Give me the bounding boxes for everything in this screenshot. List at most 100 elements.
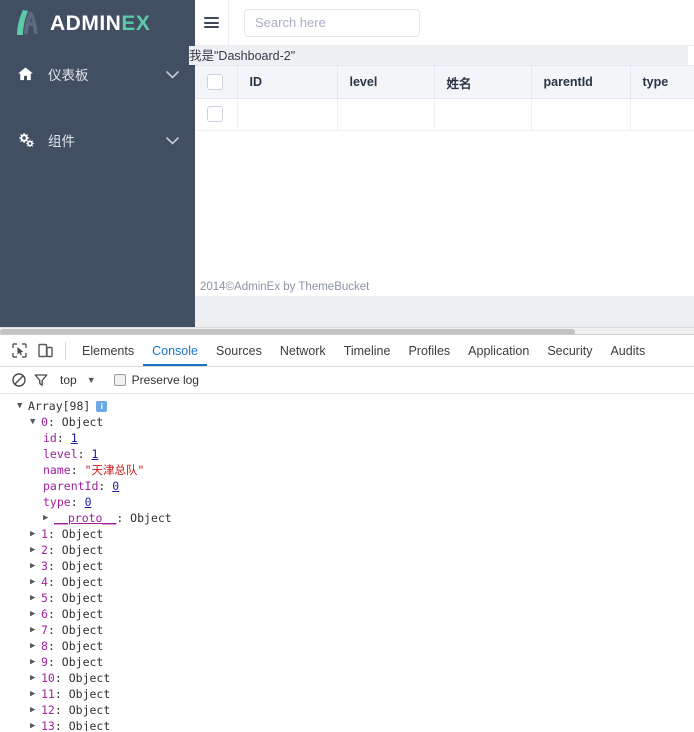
disclosure-triangle-closed-icon[interactable] — [30, 526, 41, 542]
disclosure-triangle-closed-icon[interactable] — [30, 622, 41, 638]
row-checkbox[interactable] — [207, 106, 224, 123]
tab-sources[interactable]: Sources — [207, 335, 271, 366]
console-collapsed-entry[interactable]: 12: Object — [4, 702, 694, 718]
entry-index: 8 — [41, 639, 48, 653]
tab-security[interactable]: Security — [538, 335, 601, 366]
console-object-entry[interactable]: 0: Object — [4, 414, 694, 430]
console-collapsed-entry[interactable]: 4: Object — [4, 574, 694, 590]
row-select-cell — [195, 98, 238, 131]
brand-logo-text: ADMINEX — [50, 13, 150, 34]
tab-elements[interactable]: Elements — [73, 335, 143, 366]
property-value: "天津总队" — [84, 463, 145, 477]
disclosure-triangle-closed-icon[interactable] — [30, 670, 41, 686]
disclosure-triangle-closed-icon[interactable] — [30, 574, 41, 590]
topbar — [195, 0, 694, 46]
preserve-log-checkbox[interactable] — [113, 374, 126, 386]
disclosure-triangle-closed-icon[interactable] — [30, 542, 41, 558]
clear-console-icon[interactable] — [8, 369, 30, 391]
disclosure-triangle-open-icon[interactable] — [17, 398, 28, 414]
console-collapsed-entry[interactable]: 6: Object — [4, 606, 694, 622]
console-array-label: Array[98] — [28, 399, 91, 413]
select-all-checkbox[interactable] — [207, 74, 224, 90]
column-header-parentid[interactable]: parentId — [531, 65, 631, 99]
console-collapsed-entry[interactable]: 3: Object — [4, 558, 694, 574]
entry-separator: : — [54, 719, 69, 731]
disclosure-triangle-closed-icon[interactable] — [30, 654, 41, 670]
console-collapsed-entry[interactable]: 7: Object — [4, 622, 694, 638]
search-input[interactable] — [244, 8, 420, 37]
entry-separator: : — [47, 415, 62, 429]
column-header-name[interactable]: 姓名 — [434, 65, 532, 99]
preserve-log-label[interactable]: Preserve log — [132, 373, 199, 387]
console-output: Array[98] i 0: Object id: 1 level: 1 nam… — [0, 394, 694, 731]
property-value[interactable]: 1 — [91, 446, 98, 462]
disclosure-triangle-closed-icon[interactable] — [43, 510, 54, 526]
console-collapsed-entry[interactable]: 8: Object — [4, 638, 694, 654]
column-header-level[interactable]: level — [337, 65, 435, 99]
property-key: id — [43, 431, 57, 445]
tab-profiles[interactable]: Profiles — [399, 335, 459, 366]
console-collapsed-entry[interactable]: 1: Object — [4, 526, 694, 542]
console-collapsed-entry[interactable]: 5: Object — [4, 590, 694, 606]
disclosure-triangle-closed-icon[interactable] — [30, 638, 41, 654]
cell-type — [630, 98, 694, 131]
console-collapsed-entry[interactable]: 13: Object — [4, 718, 694, 731]
disclosure-triangle-closed-icon[interactable] — [30, 686, 41, 702]
screen: ADMINEX 仪表板 组件 Search here 我是"Dashboard-… — [0, 0, 694, 732]
brand-logo[interactable]: ADMINEX — [0, 0, 195, 46]
tab-console[interactable]: Console — [143, 335, 207, 366]
sidebar-item-dashboard[interactable]: 仪表板 — [0, 60, 195, 88]
property-value[interactable]: 0 — [85, 494, 92, 510]
inspect-element-icon[interactable] — [6, 338, 32, 364]
property-value[interactable]: 0 — [112, 478, 119, 494]
entry-index: 5 — [41, 591, 48, 605]
sidebar-nav: 仪表板 组件 — [0, 60, 195, 154]
tab-timeline[interactable]: Timeline — [335, 335, 400, 366]
filter-icon[interactable] — [30, 369, 52, 391]
entry-separator: : — [47, 655, 62, 669]
devtools-tabbar: Elements Console Sources Network Timelin… — [0, 335, 694, 367]
console-collapsed-entry[interactable]: 9: Object — [4, 654, 694, 670]
entry-index: 6 — [41, 607, 48, 621]
entry-type: Object — [61, 543, 104, 557]
column-header-id[interactable]: ID — [237, 65, 338, 99]
entry-index: 13 — [41, 719, 55, 731]
entry-type: Object — [61, 527, 104, 541]
console-collapsed-entry[interactable]: 11: Object — [4, 686, 694, 702]
disclosure-triangle-closed-icon[interactable] — [30, 590, 41, 606]
console-property-id: id: 1 — [4, 430, 694, 446]
console-property-proto[interactable]: __proto__: Object — [4, 510, 694, 526]
table-row[interactable] — [195, 98, 694, 131]
console-property-type: type: 0 — [4, 494, 694, 510]
console-collapsed-entry[interactable]: 2: Object — [4, 542, 694, 558]
property-separator: : — [70, 463, 85, 477]
proto-value: Object — [130, 511, 172, 525]
device-toolbar-icon[interactable] — [32, 338, 58, 364]
info-icon[interactable]: i — [96, 400, 108, 412]
column-header-type[interactable]: type — [630, 65, 694, 99]
console-array-root[interactable]: Array[98] i — [4, 398, 694, 414]
page-footer: 2014©AdminEx by ThemeBucket — [200, 281, 370, 293]
disclosure-triangle-closed-icon[interactable] — [30, 718, 41, 731]
home-icon — [18, 67, 38, 81]
property-value[interactable]: 1 — [71, 430, 78, 446]
entry-type: Object — [61, 575, 104, 589]
page-horizontal-scrollbar[interactable] — [0, 327, 694, 334]
console-context-selector[interactable]: top — [60, 373, 77, 387]
sidebar-item-components[interactable]: 组件 — [0, 126, 195, 154]
tab-audits[interactable]: Audits — [601, 335, 654, 366]
disclosure-triangle-open-icon[interactable] — [30, 414, 41, 430]
entry-separator: : — [47, 575, 62, 589]
disclosure-triangle-closed-icon[interactable] — [30, 558, 41, 574]
entry-separator: : — [47, 543, 62, 557]
chevron-down-icon[interactable]: ▼ — [87, 375, 96, 385]
proto-key: __proto__ — [54, 511, 117, 525]
tab-network[interactable]: Network — [271, 335, 335, 366]
select-all-header — [195, 65, 238, 99]
data-table: ID level 姓名 parentId type — [195, 65, 694, 131]
tab-application[interactable]: Application — [459, 335, 538, 366]
sidebar-toggle-button[interactable] — [195, 0, 229, 46]
disclosure-triangle-closed-icon[interactable] — [30, 606, 41, 622]
console-collapsed-entry[interactable]: 10: Object — [4, 670, 694, 686]
disclosure-triangle-closed-icon[interactable] — [30, 702, 41, 718]
